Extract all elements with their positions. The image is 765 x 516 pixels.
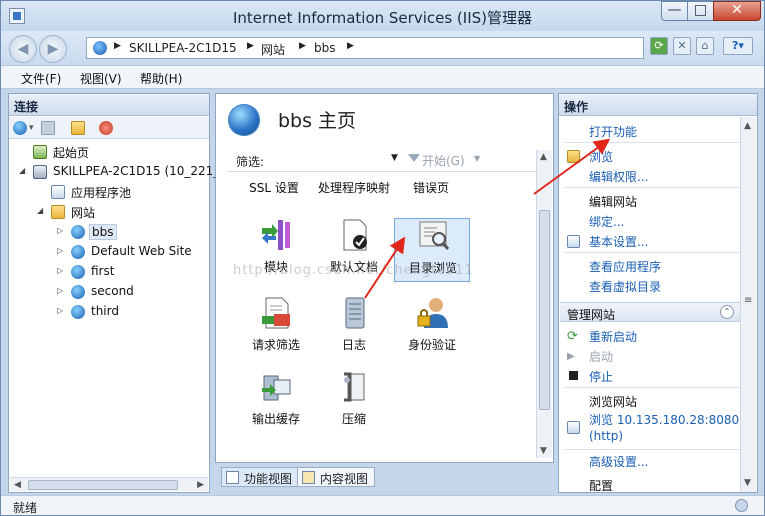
- annotation-arrow-directory-browsing: [364, 236, 406, 299]
- status-bar: 就绪: [1, 495, 764, 515]
- iis-manager-window: Internet Information Services (IIS)管理器 —…: [0, 0, 765, 516]
- status-text: 就绪: [13, 501, 38, 515]
- annotation-arrow-open-feature: [533, 138, 611, 195]
- status-network-icon: [735, 499, 748, 512]
- annotation-overlay: [364, 138, 611, 299]
